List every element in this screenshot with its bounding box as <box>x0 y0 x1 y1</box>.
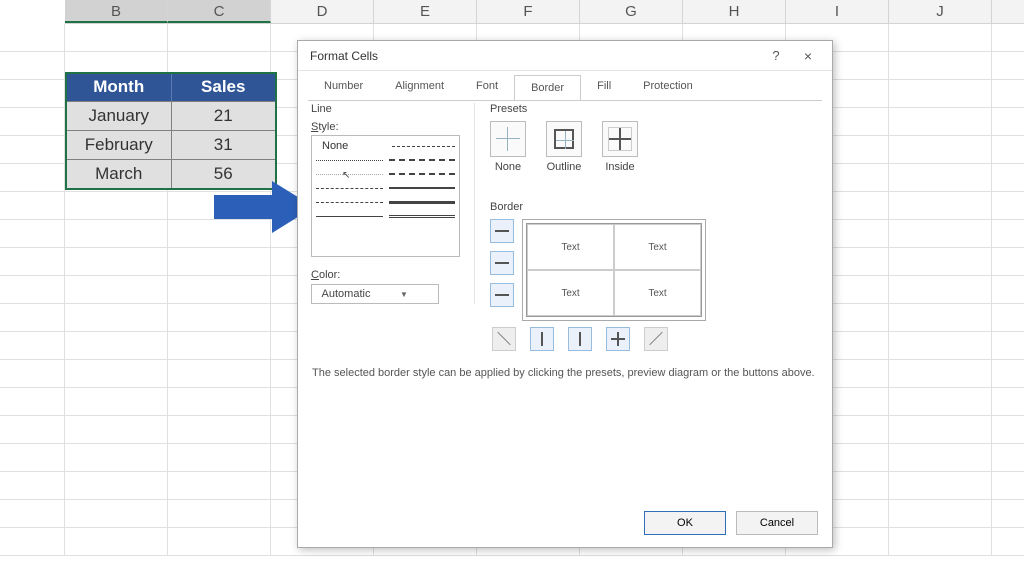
header-sales: Sales <box>172 73 276 101</box>
table-row[interactable]: February 31 <box>67 130 275 159</box>
chevron-down-icon: ▼ <box>375 290 433 299</box>
dialog-button-row: OK Cancel <box>644 511 818 535</box>
border-bottom-icon <box>495 288 509 302</box>
preview-cell: Text <box>527 270 614 316</box>
tab-fill[interactable]: Fill <box>581 74 627 100</box>
col-header-g[interactable]: G <box>580 0 683 23</box>
line-group: Line Style: None ↖ Color: Automatic ▼ <box>311 103 475 304</box>
column-headers: B C D E F G H I J <box>65 0 1024 24</box>
style-double[interactable] <box>389 215 456 218</box>
header-month: Month <box>67 73 172 101</box>
cell-sales: 21 <box>172 102 276 130</box>
cell-month: February <box>67 131 172 159</box>
help-button[interactable]: ? <box>760 48 792 63</box>
cell-month: January <box>67 102 172 130</box>
border-top-button[interactable] <box>490 219 514 243</box>
col-header-e[interactable]: E <box>374 0 477 23</box>
cancel-button[interactable]: Cancel <box>736 511 818 535</box>
tab-number[interactable]: Number <box>308 74 379 100</box>
border-left-icon <box>535 332 549 346</box>
col-header-j[interactable]: J <box>889 0 992 23</box>
dialog-tabs: Number Alignment Font Border Fill Protec… <box>298 71 832 100</box>
col-header-d[interactable]: D <box>271 0 374 23</box>
preset-inside-label: Inside <box>602 161 638 173</box>
border-middle-v-icon <box>573 332 587 346</box>
style-dash-dot-thick[interactable] <box>389 159 456 161</box>
border-middle-h-button[interactable] <box>490 251 514 275</box>
style-medium[interactable] <box>389 187 456 189</box>
format-cells-dialog: Format Cells ? × Number Alignment Font B… <box>297 40 833 548</box>
preview-cell: Text <box>527 224 614 270</box>
dialog-title: Format Cells <box>310 49 760 63</box>
style-dotted[interactable] <box>316 160 383 161</box>
cell-month: March <box>67 160 172 188</box>
tab-panel-border: Line Style: None ↖ Color: Automatic ▼ Pr… <box>308 100 822 495</box>
style-dash-thin[interactable] <box>392 146 456 147</box>
line-group-label: Line <box>311 103 460 115</box>
style-dash-dot[interactable] <box>316 202 383 203</box>
line-style-listbox[interactable]: None ↖ <box>311 135 460 257</box>
cell-sales: 31 <box>172 131 276 159</box>
preset-inside-button[interactable] <box>602 121 638 157</box>
preview-cell: Text <box>614 224 701 270</box>
style-thick[interactable] <box>389 201 456 204</box>
style-dash-thick[interactable] <box>389 173 456 175</box>
preset-none-icon <box>496 127 520 151</box>
ok-button[interactable]: OK <box>644 511 726 535</box>
border-diag-down-button[interactable] <box>644 327 668 351</box>
border-middle-v-button[interactable] <box>568 327 592 351</box>
presets-group: Presets None Outline Inside <box>490 103 638 173</box>
style-none[interactable]: None <box>316 140 386 152</box>
line-style-label: Style: <box>311 121 460 133</box>
close-button[interactable]: × <box>792 48 824 64</box>
line-color-dropdown[interactable]: Automatic ▼ <box>311 284 439 304</box>
cursor-icon: ↖ <box>342 170 350 181</box>
preset-outline-icon <box>554 129 574 149</box>
presets-group-label: Presets <box>490 103 638 115</box>
dialog-titlebar[interactable]: Format Cells ? × <box>298 41 832 71</box>
border-top-icon <box>495 224 509 238</box>
data-table: Month Sales January 21 February 31 March… <box>66 72 276 189</box>
border-group-label: Border <box>490 201 706 213</box>
col-header-c[interactable]: C <box>168 0 271 23</box>
hint-text: The selected border style can be applied… <box>312 367 815 379</box>
preset-none-button[interactable] <box>490 121 526 157</box>
style-dashed[interactable] <box>316 188 383 189</box>
tab-protection[interactable]: Protection <box>627 74 709 100</box>
line-color-label: Color: <box>311 269 460 281</box>
col-header-f[interactable]: F <box>477 0 580 23</box>
border-left-button[interactable] <box>530 327 554 351</box>
col-header-i[interactable]: I <box>786 0 889 23</box>
table-header: Month Sales <box>67 73 275 101</box>
border-group: Border Text Text Text Text <box>490 201 706 351</box>
preview-cell: Text <box>614 270 701 316</box>
border-bottom-button[interactable] <box>490 283 514 307</box>
style-thin[interactable] <box>316 216 383 217</box>
border-middle-h-icon <box>495 256 509 270</box>
preset-none-label: None <box>490 161 526 173</box>
border-preview[interactable]: Text Text Text Text <box>522 219 706 321</box>
preset-outline-label: Outline <box>546 161 582 173</box>
col-header-b[interactable]: B <box>65 0 168 23</box>
line-color-value: Automatic <box>317 288 375 300</box>
border-diag-up-button[interactable] <box>492 327 516 351</box>
tab-border[interactable]: Border <box>514 75 581 101</box>
border-diag-up-icon <box>497 332 511 346</box>
tab-font[interactable]: Font <box>460 74 514 100</box>
border-diag-down-icon <box>649 332 663 346</box>
border-right-button[interactable] <box>606 327 630 351</box>
table-row[interactable]: January 21 <box>67 101 275 130</box>
col-header-h[interactable]: H <box>683 0 786 23</box>
preset-inside-icon <box>608 127 632 151</box>
border-right-icon <box>611 332 625 346</box>
tab-alignment[interactable]: Alignment <box>379 74 460 100</box>
preset-outline-button[interactable] <box>546 121 582 157</box>
